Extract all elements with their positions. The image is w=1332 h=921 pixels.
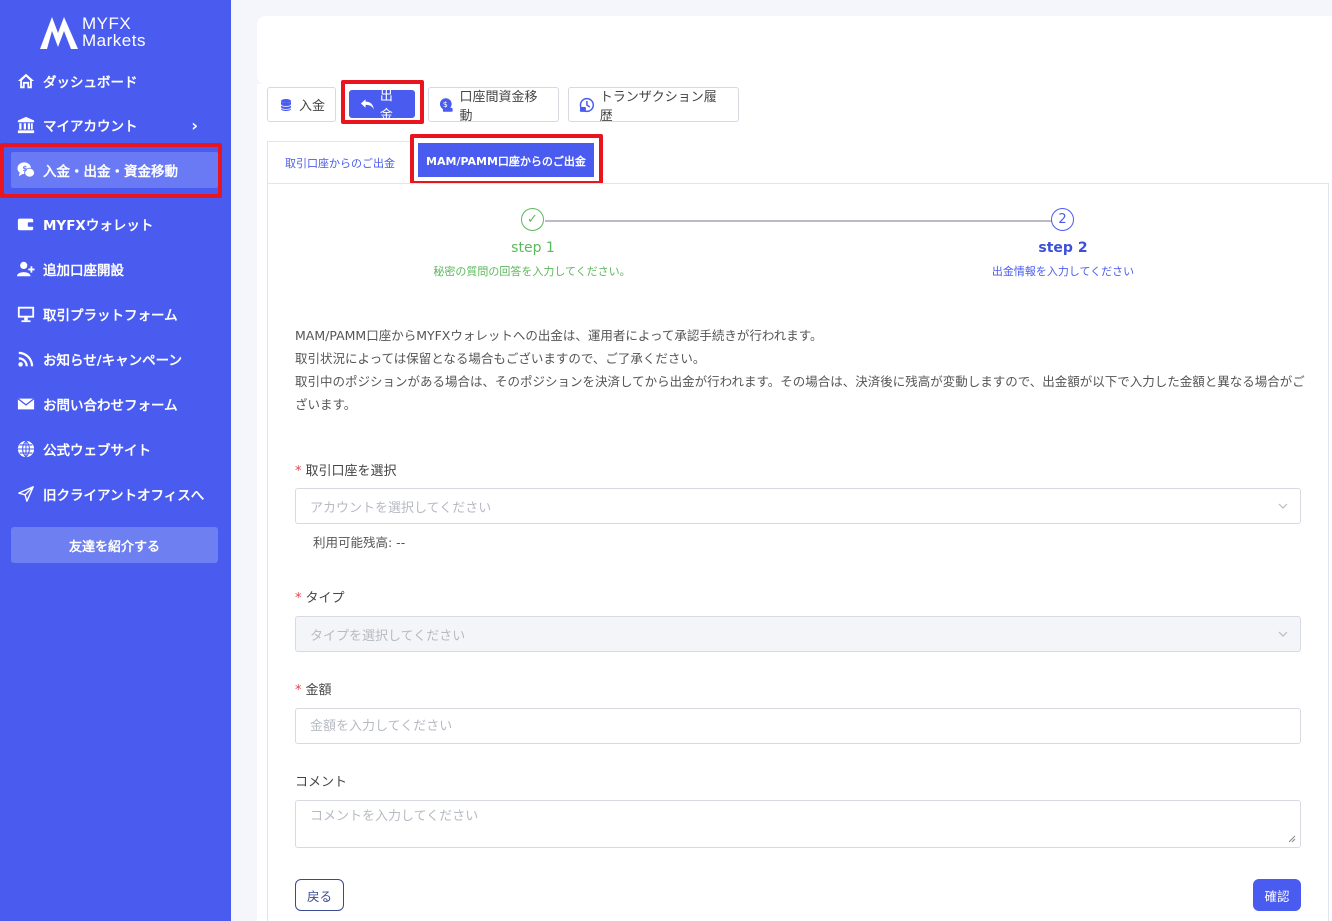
sidebar-item-old-client-office[interactable]: 旧クライアントオフィスへ [11, 476, 218, 512]
sidebar-item-label: お問い合わせフォーム [43, 398, 178, 414]
sidebar: MYFX Markets ダッシュボード マイアカウント › $ 入金・出金・資… [0, 0, 231, 921]
confirm-button[interactable]: 確認 [1253, 879, 1301, 911]
tab-withdraw[interactable]: 出金 [349, 89, 415, 123]
required-mark: * [295, 464, 302, 479]
svg-text:$: $ [22, 164, 27, 173]
sidebar-item-news-campaign[interactable]: お知らせ/キャンペーン [11, 341, 218, 377]
refer-friend-button[interactable]: 友達を紹介する [11, 527, 218, 563]
step-1-desc: 秘密の質問の回答を入力してください。 [433, 265, 631, 278]
type-select-placeholder: タイプを選択してください [310, 628, 466, 644]
sidebar-item-label: お知らせ/キャンペーン [43, 353, 182, 369]
return-arrow-icon [360, 99, 374, 110]
sidebar-item-label: マイアカウント [43, 119, 138, 135]
step-2-desc: 出金情報を入力してください [991, 265, 1135, 278]
step-1-title: step 1 [511, 240, 555, 256]
sidebar-item-label: 追加口座開設 [43, 263, 124, 279]
amount-field-wrapper [295, 708, 1301, 744]
subtab-mam-pamm-withdraw[interactable]: MAM/PAMM口座からのご出金 [418, 143, 594, 177]
tab-label: トランザクション履歴 [599, 89, 717, 124]
monitor-icon [15, 303, 37, 325]
comment-field-wrapper [295, 800, 1301, 848]
resize-grip-icon[interactable] [1288, 835, 1296, 843]
rss-icon [15, 348, 37, 370]
sidebar-item-label: MYFXウォレット [43, 218, 154, 234]
history-icon [579, 97, 595, 112]
sidebar-item-label: ダッシュボード [43, 75, 138, 91]
tab-transaction-history[interactable]: トランザクション履歴 [568, 87, 739, 124]
step-2-title: step 2 [1038, 240, 1088, 256]
tab-label: 入金 [299, 99, 326, 114]
type-label: * タイプ [295, 591, 345, 606]
step-1-check-icon: ✓ [521, 208, 544, 231]
chevron-down-icon [1278, 631, 1288, 637]
subtab-trading-account-withdraw[interactable]: 取引口座からのご出金 [267, 141, 413, 183]
tab-transfer[interactable]: $ 口座間資金移動 [428, 87, 559, 124]
brand-logo[interactable]: MYFX Markets [38, 10, 178, 54]
notice-line: 取引中のポジションがある場合は、そのポジションを決済してから出金が行われます。そ… [295, 374, 1305, 412]
notice-line: 取引状況によっては保留となる場合もございますので、ご了承ください。 [295, 351, 706, 366]
money-chat-icon: $ [15, 159, 37, 181]
home-icon [15, 70, 37, 92]
step-connector-line [545, 220, 1052, 222]
tab-deposit[interactable]: 入金 [267, 87, 336, 122]
tab-label: 出金 [379, 89, 393, 123]
sidebar-item-contact-form[interactable]: お問い合わせフォーム [11, 386, 218, 422]
back-button[interactable]: 戻る [295, 879, 344, 911]
sidebar-item-label: 旧クライアントオフィスへ [43, 488, 205, 504]
sidebar-item-label: 取引プラットフォーム [43, 308, 178, 324]
required-mark: * [295, 591, 302, 606]
account-label: * 取引口座を選択 [295, 464, 397, 479]
svg-text:$: $ [443, 99, 448, 108]
available-balance: 利用可能残高: -- [313, 535, 406, 550]
coins-icon [280, 98, 292, 111]
sidebar-item-dashboard[interactable]: ダッシュボード [11, 63, 218, 99]
amount-input[interactable] [310, 709, 1300, 743]
sidebar-item-myfx-wallet[interactable]: MYFXウォレット [11, 206, 218, 242]
sidebar-item-label: 入金・出金・資金移動 [43, 164, 178, 180]
sidebar-item-deposit-withdraw-transfer[interactable]: $ 入金・出金・資金移動 [11, 152, 218, 188]
wallet-icon [15, 213, 37, 235]
withdraw-notice: MAM/PAMM口座からMYFXウォレットへの出金は、運用者によって承認手続きが… [295, 324, 1305, 416]
comment-textarea[interactable] [310, 801, 1300, 847]
logo-mark-icon [40, 17, 78, 49]
chevron-right-icon: › [191, 116, 198, 135]
comment-label: コメント [295, 775, 348, 790]
sidebar-item-official-website[interactable]: 公式ウェブサイト [11, 431, 218, 467]
add-user-icon [15, 258, 37, 280]
brand-name: MYFX Markets [82, 14, 146, 50]
chevron-down-icon [1278, 503, 1288, 509]
globe-icon [15, 438, 37, 460]
notice-line: MAM/PAMM口座からMYFXウォレットへの出金は、運用者によって承認手続きが… [295, 328, 823, 343]
type-select[interactable]: タイプを選択してください [295, 616, 1301, 652]
mail-icon [15, 393, 37, 415]
sidebar-item-add-account[interactable]: 追加口座開設 [11, 251, 218, 287]
sidebar-item-label: 公式ウェブサイト [43, 443, 151, 459]
sidebar-item-my-account[interactable]: マイアカウント › [11, 107, 218, 143]
tab-label: 口座間資金移動 [459, 89, 538, 124]
amount-label: * 金額 [295, 683, 332, 698]
transfer-icon: $ [439, 97, 453, 112]
top-header [257, 16, 1332, 84]
account-select-placeholder: アカウントを選択してください [310, 500, 492, 516]
step-2-number: 2 [1051, 208, 1074, 231]
required-mark: * [295, 683, 302, 698]
sidebar-item-trading-platform[interactable]: 取引プラットフォーム [11, 296, 218, 332]
send-icon [15, 483, 37, 505]
account-select[interactable]: アカウントを選択してください [295, 488, 1301, 524]
bank-icon [15, 114, 37, 136]
